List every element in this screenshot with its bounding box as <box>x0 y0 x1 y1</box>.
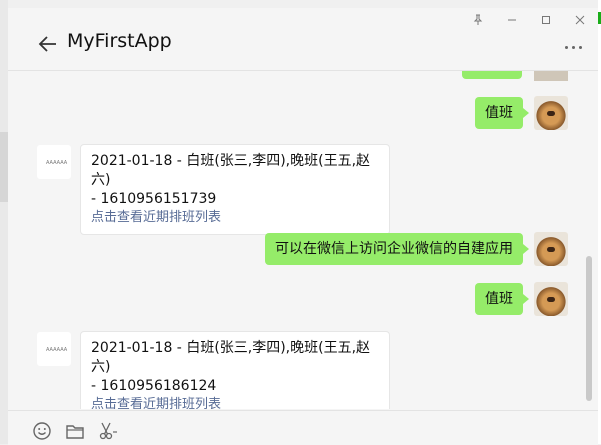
folder-icon <box>66 425 84 439</box>
message-bubble-outgoing[interactable]: 值班 <box>475 97 529 129</box>
user-avatar[interactable] <box>534 282 568 316</box>
emoji-button[interactable] <box>32 421 52 441</box>
message-card-incoming[interactable]: 2021-01-18 - 白班(张三,李四),晚班(王五,赵六) - 16109… <box>80 144 390 235</box>
chat-window: MyFirstApp 值班 AAAAAA 2021-01-18 - 白班(张三,… <box>8 8 598 445</box>
maximize-icon <box>542 16 550 24</box>
schedule-link[interactable]: 点击查看近期排班列表 <box>91 209 379 227</box>
minimize-icon <box>508 19 516 21</box>
input-toolbar <box>8 410 598 445</box>
message-card-incoming[interactable]: 2021-01-18 - 白班(张三,李四),晚班(王五,赵六) - 16109… <box>80 331 390 409</box>
message-line: 2021-01-18 - 白班(张三,李四),晚班(王五,赵六) <box>91 153 371 188</box>
chat-title: MyFirstApp <box>67 30 172 52</box>
message-line: 2021-01-18 - 白班(张三,李四),晚班(王五,赵六) <box>91 340 371 375</box>
schedule-link[interactable]: 点击查看近期排班列表 <box>91 396 379 409</box>
message-list[interactable]: 值班 AAAAAA 2021-01-18 - 白班(张三,李四),晚班(王五,赵… <box>8 71 598 409</box>
minimize-button[interactable] <box>502 14 522 30</box>
close-button[interactable] <box>570 14 590 30</box>
background-app-edge <box>0 0 8 444</box>
maximize-button[interactable] <box>536 14 556 30</box>
bot-avatar[interactable]: AAAAAA <box>37 332 71 366</box>
user-avatar[interactable] <box>534 96 568 130</box>
more-options-button[interactable] <box>564 42 586 54</box>
bot-avatar[interactable]: AAAAAA <box>37 145 71 179</box>
message-line: - 1610956186124 <box>91 378 217 394</box>
message-line: - 1610956151739 <box>91 191 217 207</box>
previous-bubble-partial <box>462 71 522 79</box>
arrow-left-icon <box>38 36 56 52</box>
message-bubble-outgoing[interactable]: 值班 <box>475 283 529 315</box>
close-icon <box>575 15 585 25</box>
previous-avatar-partial <box>534 71 568 81</box>
pin-button[interactable] <box>468 14 488 30</box>
title-bar: MyFirstApp <box>8 8 598 71</box>
screenshot-button[interactable] <box>98 421 118 441</box>
pin-icon <box>473 14 483 25</box>
scissors-icon <box>99 422 117 440</box>
back-button[interactable] <box>38 34 58 54</box>
file-button[interactable] <box>65 421 85 441</box>
user-avatar[interactable] <box>534 232 568 266</box>
scrollbar[interactable] <box>586 256 592 401</box>
message-bubble-outgoing[interactable]: 可以在微信上访问企业微信的自建应用 <box>265 233 529 265</box>
emoji-icon <box>33 422 51 440</box>
